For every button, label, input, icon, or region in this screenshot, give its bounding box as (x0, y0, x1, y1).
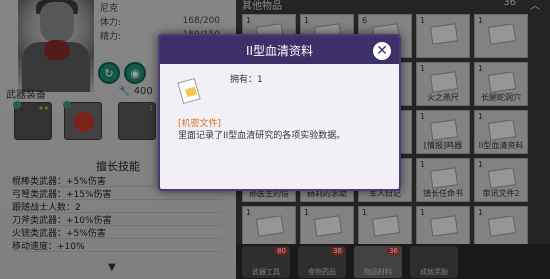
item-icon (429, 119, 459, 141)
tab-label: 物品材料 (364, 268, 392, 276)
item-icon (429, 215, 459, 237)
item-icon (255, 215, 285, 237)
tab-label: 成就奖励 (420, 268, 448, 276)
tab-badge: 80 (275, 247, 288, 255)
item-quantity: 1 (478, 64, 484, 73)
inventory-title: 其他物品 (242, 1, 282, 12)
item-quantity: 1 (246, 208, 252, 217)
tab-badge: 36 (331, 247, 344, 255)
slot-indicator-icon (63, 101, 71, 109)
item-icon (487, 167, 517, 189)
inventory-slot[interactable]: 1 [情报]鸣器 (416, 110, 470, 154)
portrait-collar (44, 40, 70, 60)
item-quantity: 1 (478, 16, 484, 25)
red-orb-icon (74, 112, 94, 132)
weapon-slot[interactable] (63, 101, 102, 140)
item-quantity: 1 (420, 112, 426, 121)
inventory-slot[interactable]: 1 长腿蛇洞穴 (474, 62, 528, 106)
skill-icons: ↻ ◉ (98, 62, 146, 84)
chevron-up-icon[interactable]: ︿ (530, 0, 540, 12)
item-name: 长腿蛇洞穴 (481, 93, 521, 102)
item-icon (429, 23, 459, 45)
equipment-score-value: 400 (133, 86, 153, 97)
item-quantity: 1 (246, 16, 252, 25)
character-name-row: 尼克 (100, 0, 220, 14)
item-name: 火之燕尺 (427, 93, 459, 102)
stat-value: 168/200 (182, 16, 220, 26)
item-icon (371, 215, 401, 237)
game-screen: 尼克 体力:168/200 精力:150/150 ↻ ◉ 武器装备 🔧 400 … (0, 0, 550, 279)
character-portrait (18, 0, 94, 92)
companion-icon[interactable]: ◉ (124, 62, 146, 84)
slot-indicator-icon (13, 101, 21, 109)
inventory-slot[interactable]: 1 (474, 14, 528, 58)
item-icon (487, 215, 517, 237)
inventory-count: 36 (503, 0, 516, 8)
tab-label: 食物药品 (308, 268, 336, 276)
item-icon (429, 167, 459, 189)
item-quantity: 1 (304, 16, 310, 25)
ability-icon[interactable]: ↻ (98, 62, 120, 84)
character-name: 尼克 (100, 3, 119, 14)
inventory-slot[interactable]: 1 镇长任命书 (416, 158, 470, 202)
item-quantity: 1 (478, 112, 484, 121)
stat-label: 体力: (100, 17, 122, 28)
inventory-header: 其他物品 36 ︿ (236, 0, 550, 12)
stat-row: 体力: 168/200 (100, 14, 220, 28)
item-icon (487, 71, 517, 93)
item-quantity: 1 (420, 16, 426, 25)
item-quantity: 1 (420, 208, 426, 217)
inventory-slot[interactable]: 1 (416, 14, 470, 58)
weapon-slot[interactable]: ★★ (13, 101, 52, 140)
item-name: [情报]鸣器 (423, 141, 463, 150)
item-quantity: 1 (304, 208, 310, 217)
portrait-face (40, 2, 74, 44)
owned-count: 拥有：1 (230, 75, 263, 85)
item-detail-dialog: II型血清资料 ✕ 拥有：1 [机密文件] 里面记录了II型血清研究的各项实验数… (158, 34, 401, 191)
equipment-title: 武器装备 (6, 90, 46, 101)
item-icon (487, 119, 517, 141)
item-quantity: 1 (478, 208, 484, 217)
item-icon (313, 215, 343, 237)
specialty-row: 移动速度：+10% (12, 239, 222, 252)
item-quantity: 1 (478, 160, 484, 169)
item-name: 镇长任命书 (423, 189, 463, 198)
slot-level: 1 (149, 105, 153, 112)
specialty-row: 火铳类武器：+5%伤害 (12, 226, 222, 239)
tab-weapons[interactable]: 80 武器工具 (242, 246, 290, 278)
item-quantity: 1 (420, 160, 426, 169)
tab-achievements[interactable]: 成就奖励 (410, 246, 458, 278)
tab-food[interactable]: 36 食物药品 (298, 246, 346, 278)
item-description: 里面记录了II型血清研究的各项实验数据。 (178, 131, 346, 141)
stat-label: 精力: (100, 31, 122, 42)
chevron-down-icon[interactable]: ▼ (108, 262, 116, 273)
inventory-slot[interactable]: 1 II型血清资料 (474, 110, 528, 154)
weapon-slot[interactable]: 1 (118, 102, 156, 140)
item-quantity: 1 (362, 208, 368, 217)
inventory-slot[interactable]: 1 火之燕尺 (416, 62, 470, 106)
item-name: 审讯文件2 (482, 189, 520, 198)
tab-materials[interactable]: 36 物品材料 (354, 246, 402, 278)
specialty-row: 刀斧类武器：+10%伤害 (12, 213, 222, 226)
specialty-row: 跟随战士人数：2 (12, 200, 222, 213)
dialog-title: II型血清资料 (160, 36, 399, 64)
inventory-slot[interactable]: 1 审讯文件2 (474, 158, 528, 202)
close-icon[interactable]: ✕ (371, 40, 393, 62)
item-name: II型血清资料 (478, 141, 524, 150)
tab-badge: 36 (387, 247, 400, 255)
equipment-score: 🔧 400 (118, 86, 153, 97)
item-icon (487, 23, 517, 45)
star-icon: ★★ (38, 105, 49, 112)
wrench-icon: 🔧 (118, 86, 131, 97)
item-quantity: 1 (420, 64, 426, 73)
document-icon (177, 76, 206, 105)
item-quantity: 6 (362, 16, 368, 25)
item-icon (429, 71, 459, 93)
tab-label: 武器工具 (252, 268, 280, 276)
